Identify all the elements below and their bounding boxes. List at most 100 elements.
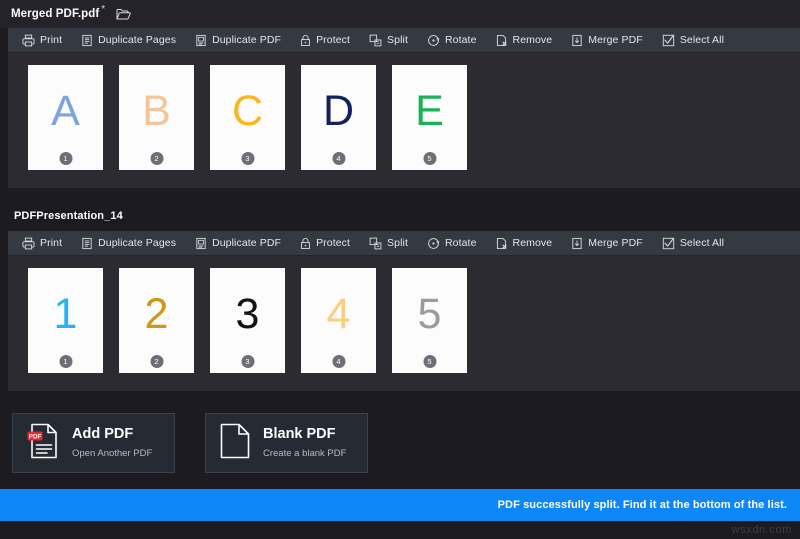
duplicate-pdf-button[interactable]: Duplicate PDF [195,237,281,250]
toolbar-0: Print Duplicate Pages Duplicate PDF Prot… [8,28,800,53]
page-thumbnail-list-1: 1 1 2 2 3 3 4 4 5 5 [8,256,800,384]
protect-button[interactable]: Protect [300,237,350,250]
rotate-button[interactable]: Rotate [427,237,477,250]
page-thumbnail[interactable]: 2 2 [119,268,194,373]
blank-document-icon [220,423,250,464]
page-thumbnail[interactable]: 3 3 [210,268,285,373]
merge-pdf-label: Merge PDF [588,237,643,249]
remove-button[interactable]: Remove [496,34,553,47]
page-thumbnail[interactable]: B 2 [119,65,194,170]
rotate-button[interactable]: Rotate [427,34,477,47]
page-preview-glyph: 4 [326,290,351,338]
page-thumbnail[interactable]: 1 1 [28,268,103,373]
page-thumbnail[interactable]: 5 5 [392,268,467,373]
print-button[interactable]: Print [22,237,62,250]
add-pdf-subtitle: Open Another PDF [72,448,153,460]
page-number-badge: 4 [332,355,345,368]
page-preview-glyph: A [51,87,80,135]
duplicate-pdf-label: Duplicate PDF [212,34,282,46]
page-preview-glyph: C [231,87,264,135]
duplicate-pages-label: Duplicate Pages [98,34,177,46]
status-message: PDF successfully split. Find it at the b… [497,499,787,511]
add-pdf-button[interactable]: PDF Add PDF Open Another PDF [12,413,175,473]
rotate-icon [427,237,440,250]
select-all-button[interactable]: Select All [662,237,724,250]
duplicate-pages-label: Duplicate Pages [98,237,177,249]
page-preview-glyph: B [142,87,171,135]
select-all-label: Select All [679,34,725,46]
printer-icon [22,34,35,47]
page-preview-glyph: 1 [53,290,78,338]
protect-button[interactable]: Protect [300,34,350,47]
merge-pdf-label: Merge PDF [588,34,643,46]
duplicate-pages-icon [81,34,93,47]
status-bar: PDF successfully split. Find it at the b… [0,489,800,521]
duplicate-pages-button[interactable]: Duplicate Pages [81,237,176,250]
watermark: wsxdn.com [731,524,792,536]
svg-text:PDF: PDF [29,433,42,440]
page-title: Merged PDF.pdf [11,8,100,20]
merge-pdf-icon [571,34,583,47]
page-thumbnail[interactable]: 4 4 [301,268,376,373]
page-number-badge: 5 [423,152,436,165]
toolbar-1: Print Duplicate Pages Duplicate PDF Prot… [8,231,800,256]
split-label: Split [387,34,408,46]
page-number-badge: 1 [59,355,72,368]
page-number-badge: 3 [241,152,254,165]
blank-pdf-title: Blank PDF [263,425,336,442]
remove-page-icon [496,237,508,250]
remove-label: Remove [512,34,553,46]
unsaved-changes-marker: * [101,4,106,15]
document-action-cards: PDF Add PDF Open Another PDF Blank PDF C… [12,413,368,473]
page-number-badge: 2 [150,355,163,368]
protect-label: Protect [316,34,351,46]
page-preview-glyph: E [415,87,444,135]
page-preview-glyph: 5 [417,290,442,338]
duplicate-pages-button[interactable]: Duplicate Pages [81,34,176,47]
document-panel-1: Print Duplicate Pages Duplicate PDF Prot… [8,231,800,391]
protect-label: Protect [316,237,351,249]
remove-button[interactable]: Remove [496,237,553,250]
select-all-label: Select All [679,237,725,249]
merge-pdf-icon [571,237,583,250]
page-thumbnail[interactable]: A 1 [28,65,103,170]
remove-label: Remove [512,237,553,249]
lock-icon [300,237,311,250]
page-thumbnail[interactable]: E 5 [392,65,467,170]
page-number-badge: 2 [150,152,163,165]
print-label: Print [40,34,63,46]
duplicate-pages-icon [81,237,93,250]
checkbox-check-icon [662,237,675,250]
select-all-button[interactable]: Select All [662,34,724,47]
pdf-editor-window: Merged PDF.pdf * Print Duplicate Pages D… [0,0,800,539]
page-thumbnail-list-0: A 1 B 2 C 3 D 4 E 5 [8,53,800,181]
page-number-badge: 5 [423,355,436,368]
print-button[interactable]: Print [22,34,62,47]
split-button[interactable]: Split [369,237,408,250]
blank-pdf-button[interactable]: Blank PDF Create a blank PDF [205,413,368,473]
page-preview-glyph: 2 [144,290,169,338]
pdf-document-icon: PDF [27,423,59,464]
duplicate-pdf-icon [195,237,207,250]
add-pdf-title: Add PDF [72,425,134,442]
merge-pdf-button[interactable]: Merge PDF [571,34,643,47]
blank-pdf-subtitle: Create a blank PDF [263,448,347,460]
page-number-badge: 1 [59,152,72,165]
merge-pdf-button[interactable]: Merge PDF [571,237,643,250]
duplicate-pdf-icon [195,34,207,47]
page-number-badge: 4 [332,152,345,165]
split-icon [369,237,382,250]
open-folder-icon[interactable] [116,8,131,21]
split-icon [369,34,382,47]
duplicate-pdf-label: Duplicate PDF [212,237,282,249]
page-thumbnail[interactable]: C 3 [210,65,285,170]
rotate-label: Rotate [444,34,477,46]
print-label: Print [40,237,63,249]
page-preview-glyph: 3 [235,290,260,338]
page-thumbnail[interactable]: D 4 [301,65,376,170]
split-button[interactable]: Split [369,34,408,47]
checkbox-check-icon [662,34,675,47]
split-label: Split [387,237,408,249]
page-preview-glyph: D [322,87,355,135]
duplicate-pdf-button[interactable]: Duplicate PDF [195,34,281,47]
